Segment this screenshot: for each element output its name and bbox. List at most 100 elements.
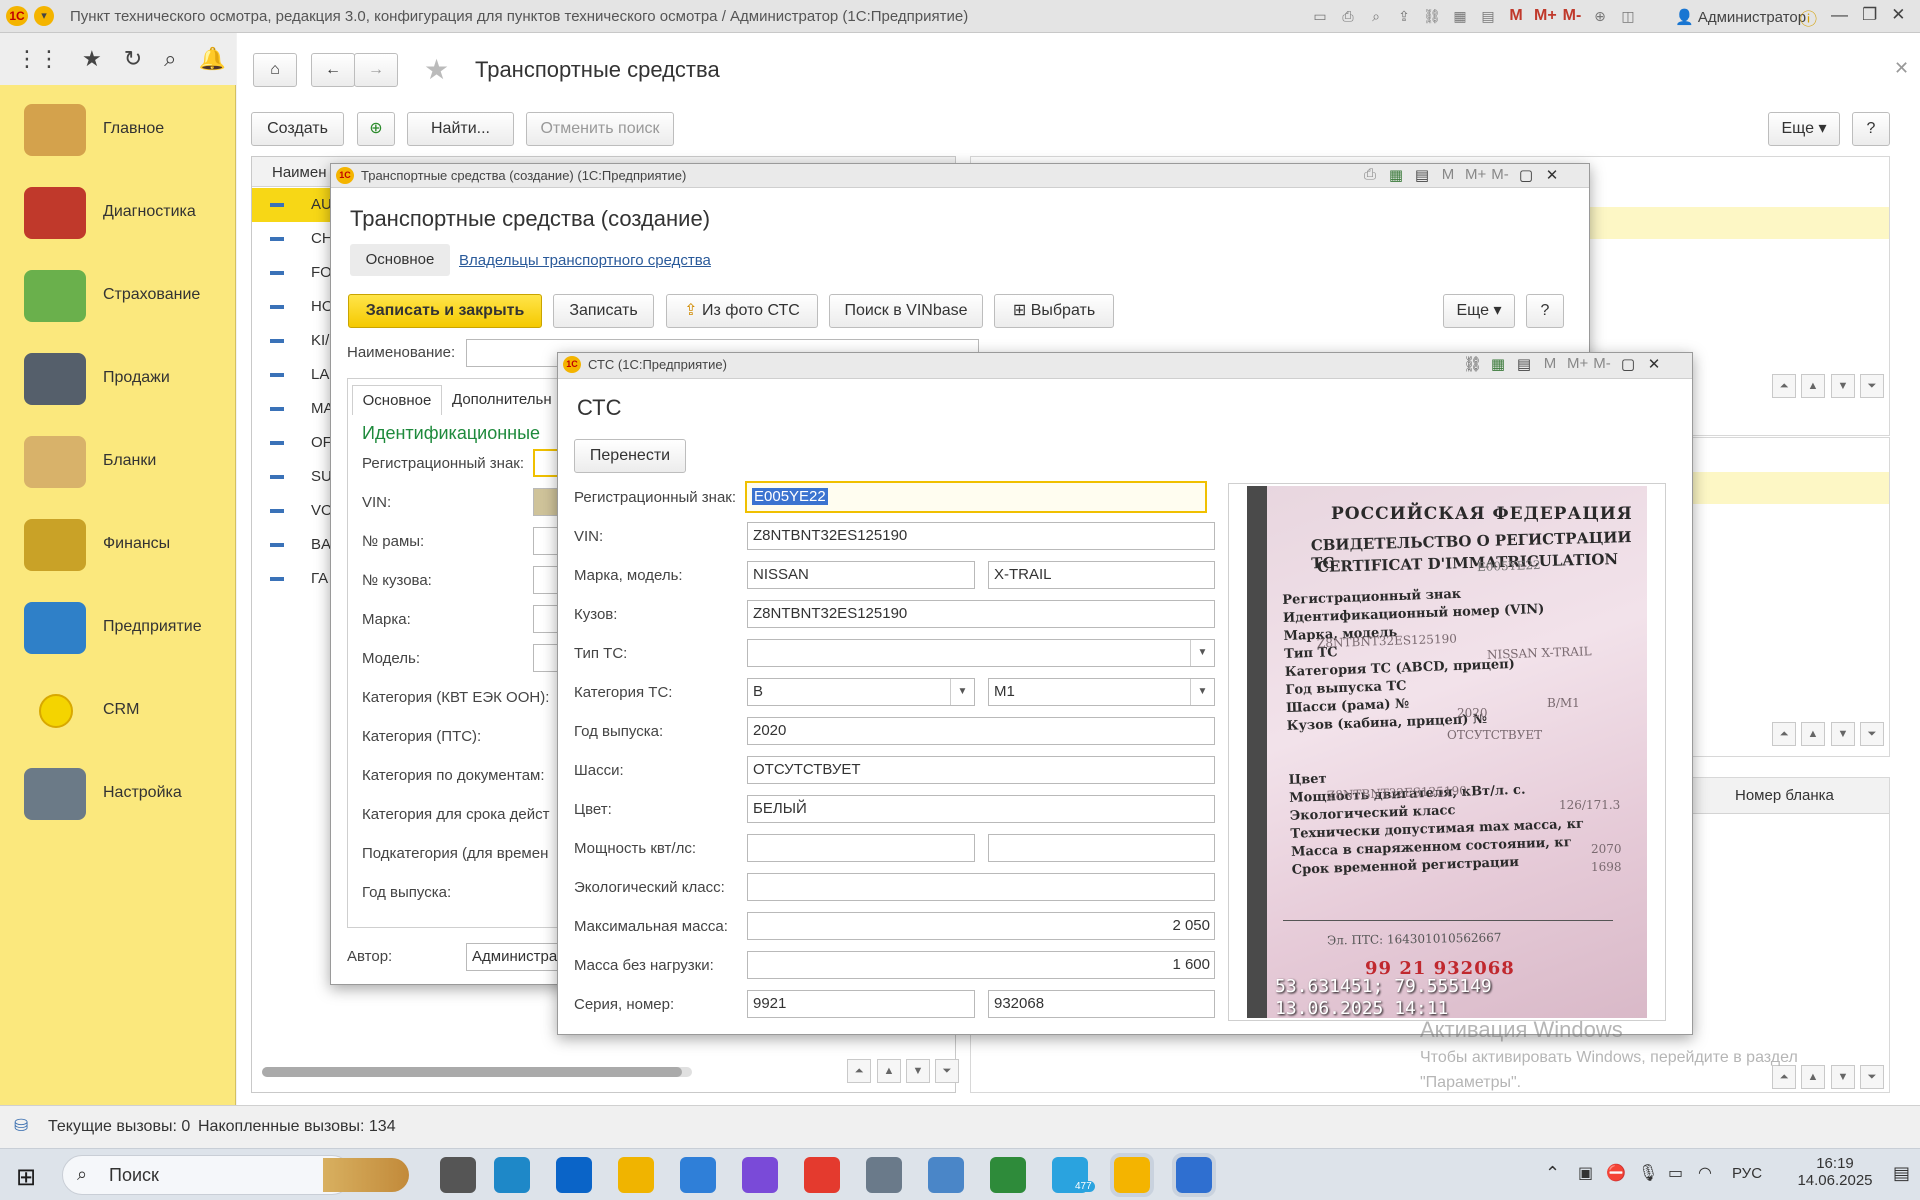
- telegram-icon[interactable]: 477: [1052, 1157, 1095, 1193]
- favorite-star-icon[interactable]: ★: [424, 53, 449, 86]
- language-indicator[interactable]: РУС: [1732, 1165, 1762, 1182]
- sidebar-item-8[interactable]: Настройка: [0, 764, 236, 824]
- send-icon[interactable]: ⇪: [1394, 7, 1414, 25]
- bell-icon[interactable]: 🔔: [199, 46, 226, 72]
- close-page-icon[interactable]: ✕: [1894, 58, 1909, 79]
- taskbar-search[interactable]: ⌕ Поиск: [62, 1155, 409, 1195]
- link-icon[interactable]: ⛓: [1463, 355, 1482, 373]
- m-minus-icon[interactable]: M-: [1593, 355, 1611, 373]
- scroll-down-button[interactable]: ▼: [1831, 1065, 1855, 1089]
- save-close-button[interactable]: Записать и закрыть: [348, 294, 542, 328]
- scroll-down-button[interactable]: ▼: [906, 1059, 930, 1083]
- reg-field[interactable]: E005YE22: [745, 481, 1207, 513]
- from-photo-button[interactable]: ⇪ Из фото СТС: [666, 294, 818, 328]
- m-plus-button[interactable]: M+: [1534, 7, 1557, 25]
- forward-button[interactable]: →: [354, 53, 398, 87]
- scroll-first-button[interactable]: ⏶: [1772, 722, 1796, 746]
- number-field[interactable]: 932068: [988, 990, 1215, 1018]
- sidebar-item-5[interactable]: Финансы: [0, 515, 236, 575]
- subtab-extra[interactable]: Дополнительн: [452, 391, 552, 408]
- create-copy-icon[interactable]: ⊕: [357, 112, 395, 146]
- notifications-icon[interactable]: ▤: [1893, 1163, 1910, 1184]
- home-button[interactable]: ⌂: [253, 53, 297, 87]
- spreadsheet-icon[interactable]: [990, 1157, 1026, 1193]
- link-icon[interactable]: ⛓: [1422, 7, 1442, 25]
- zoom-icon[interactable]: ⊕: [1590, 7, 1610, 25]
- m-minus-button[interactable]: M-: [1562, 7, 1582, 25]
- column-name-header[interactable]: Наимен: [272, 164, 327, 181]
- edge-icon[interactable]: [494, 1157, 530, 1193]
- sidebar-item-4[interactable]: Бланки: [0, 432, 236, 492]
- scroll-down-button[interactable]: ▼: [1831, 374, 1855, 398]
- clock[interactable]: 16:19 14.06.2025: [1790, 1155, 1880, 1189]
- close-icon[interactable]: ✕: [1891, 5, 1905, 30]
- m-plus-icon[interactable]: M+: [1567, 355, 1588, 373]
- print-icon[interactable]: ⎙: [1338, 7, 1358, 25]
- save-app-icon[interactable]: [1172, 1153, 1216, 1197]
- explorer-icon[interactable]: [618, 1157, 654, 1193]
- store-icon[interactable]: [680, 1157, 716, 1193]
- mass-field[interactable]: 1 600: [747, 951, 1215, 979]
- main-menu-button[interactable]: ▾: [34, 6, 54, 26]
- sts-photo[interactable]: РОССИЙСКАЯ ФЕДЕРАЦИЯ СВИДЕТЕЛЬСТВО О РЕГ…: [1247, 486, 1647, 1018]
- scroll-first-button[interactable]: ⏶: [1772, 374, 1796, 398]
- m-button[interactable]: M: [1506, 7, 1526, 25]
- create-button[interactable]: Создать: [251, 112, 344, 146]
- power-kw-field[interactable]: [747, 834, 975, 862]
- back-button[interactable]: ←: [311, 53, 355, 87]
- meet-icon[interactable]: ▣: [1578, 1163, 1593, 1183]
- close-icon[interactable]: ✕: [1543, 166, 1561, 184]
- m-minus-icon[interactable]: M-: [1491, 166, 1509, 184]
- choose-button[interactable]: ⊞ Выбрать: [994, 294, 1114, 328]
- scroll-first-button[interactable]: ⏶: [847, 1059, 871, 1083]
- model-field[interactable]: X-TRAIL: [988, 561, 1215, 589]
- transfer-button[interactable]: Перенести: [574, 439, 686, 473]
- apps-grid-icon[interactable]: ⋮⋮: [16, 46, 60, 72]
- m-icon[interactable]: M: [1541, 355, 1559, 373]
- calc-icon[interactable]: ▦: [1489, 355, 1507, 373]
- m-plus-icon[interactable]: M+: [1465, 166, 1486, 184]
- column-blank-number-header[interactable]: Номер бланка: [1735, 787, 1834, 804]
- scroll-last-button[interactable]: ⏷: [935, 1059, 959, 1083]
- more-button[interactable]: Еще ▾: [1443, 294, 1515, 328]
- chevron-down-icon[interactable]: ▼: [1190, 640, 1214, 666]
- cancel-search-button[interactable]: Отменить поиск: [526, 112, 674, 146]
- calendar-icon[interactable]: ▤: [1478, 7, 1498, 25]
- tab-owners[interactable]: Владельцы транспортного средства: [459, 252, 711, 269]
- app-logo-icon[interactable]: 1С: [6, 6, 28, 26]
- author-field[interactable]: Администрат: [466, 943, 561, 971]
- scroll-down-button[interactable]: ▼: [1831, 722, 1855, 746]
- app-icon[interactable]: [866, 1157, 902, 1193]
- sidebar-item-7[interactable]: CRM: [0, 681, 236, 741]
- eco-field[interactable]: [747, 873, 1215, 901]
- m-icon[interactable]: M: [1439, 166, 1457, 184]
- body-field[interactable]: Z8NTBNT32ES125190: [747, 600, 1215, 628]
- type-field[interactable]: ▼: [747, 639, 1215, 667]
- chevron-down-icon[interactable]: ▼: [1190, 679, 1214, 705]
- maxmass-field[interactable]: 2 050: [747, 912, 1215, 940]
- scroll-up-button[interactable]: ▲: [1801, 374, 1825, 398]
- maximize-icon[interactable]: ▢: [1619, 355, 1637, 373]
- find-button[interactable]: Найти...: [407, 112, 514, 146]
- panels-icon[interactable]: ◫: [1618, 7, 1638, 25]
- antivirus-icon[interactable]: ⛔: [1606, 1163, 1626, 1183]
- calls-icon[interactable]: ⛁: [14, 1116, 28, 1136]
- help-button[interactable]: ?: [1852, 112, 1890, 146]
- calendar-icon[interactable]: ▤: [1515, 355, 1533, 373]
- make-field[interactable]: NISSAN: [747, 561, 975, 589]
- close-icon[interactable]: ✕: [1645, 355, 1663, 373]
- history-icon[interactable]: ↻: [124, 46, 142, 72]
- monitor-icon[interactable]: [928, 1157, 964, 1193]
- yandex-icon[interactable]: [804, 1157, 840, 1193]
- maximize-icon[interactable]: ▢: [1517, 166, 1535, 184]
- power-hp-field[interactable]: [988, 834, 1215, 862]
- info-icon[interactable]: ⓘ: [1800, 5, 1817, 30]
- scroll-up-button[interactable]: ▲: [877, 1059, 901, 1083]
- mic-icon[interactable]: 🎙: [1638, 1163, 1658, 1183]
- vin-field[interactable]: Z8NTBNT32ES125190: [747, 522, 1215, 550]
- print-icon[interactable]: ⎙: [1361, 166, 1379, 184]
- battery-icon[interactable]: ▭: [1668, 1163, 1683, 1183]
- search-icon[interactable]: ⌕: [164, 46, 176, 72]
- help-button[interactable]: ?: [1526, 294, 1564, 328]
- calc-icon[interactable]: ▦: [1387, 166, 1405, 184]
